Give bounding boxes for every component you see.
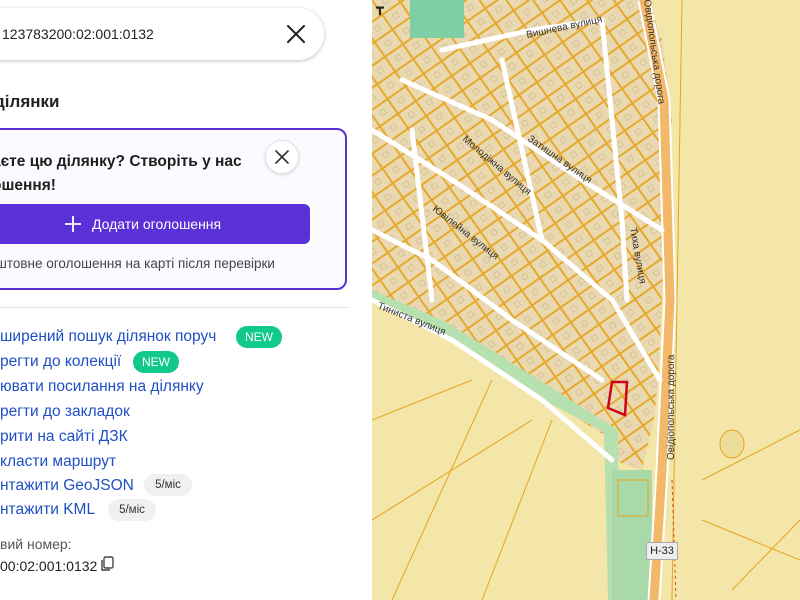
- map-symbol-icon: ┳: [375, 1, 384, 16]
- cadastral-label: вий номер:: [0, 536, 72, 552]
- new-badge: NEW: [133, 351, 179, 373]
- divider: [0, 307, 348, 308]
- map-view[interactable]: Вишнева вулиця Затишна вулиця Молодіжна …: [372, 0, 800, 600]
- action-nearby-search[interactable]: ширений пошук ділянок поруч: [0, 328, 216, 346]
- close-icon[interactable]: [284, 22, 308, 46]
- promo-note: штовне оголошення на карті після перевір…: [0, 256, 275, 271]
- promo-close-button[interactable]: [265, 140, 299, 174]
- field-marker: [719, 429, 745, 459]
- copy-icon[interactable]: [100, 556, 114, 572]
- action-copy-link[interactable]: ювати посилання на ділянку: [0, 378, 204, 396]
- street-label: Овідіопольська дорога: [666, 354, 677, 460]
- search-input[interactable]: [0, 8, 270, 60]
- section-title: ділянки: [0, 92, 60, 111]
- road-shield: Н-33: [646, 542, 678, 560]
- plus-icon: [65, 216, 81, 232]
- new-badge: NEW: [236, 326, 282, 348]
- side-panel: ділянки аєте цю ділянку? Створіть у нас …: [0, 0, 372, 600]
- promo-card: аєте цю ділянку? Створіть у нас ошення! …: [0, 128, 347, 290]
- close-icon: [275, 150, 289, 164]
- search-bar: [0, 8, 324, 60]
- action-open-dzk[interactable]: рити на сайті ДЗК: [0, 428, 128, 446]
- action-build-route[interactable]: класти маршрут: [0, 453, 116, 471]
- add-listing-button[interactable]: Додати оголошення: [0, 204, 310, 244]
- green-area: [410, 0, 464, 38]
- add-listing-label: Додати оголошення: [92, 216, 222, 232]
- action-download-kml[interactable]: нтажити KML: [0, 501, 95, 519]
- action-save-bookmark[interactable]: регти до закладок: [0, 403, 130, 421]
- cadastral-value: 00:02:001:0132: [0, 558, 98, 574]
- promo-text: аєте цю ділянку? Створіть у нас ошення!: [0, 153, 242, 194]
- quota-badge: 5/міс: [108, 499, 156, 521]
- quota-badge: 5/міс: [144, 474, 192, 496]
- action-save-to-collection[interactable]: регти до колекції: [0, 353, 121, 371]
- map-canvas[interactable]: Вишнева вулиця Затишна вулиця Молодіжна …: [372, 0, 800, 600]
- action-download-geojson[interactable]: нтажити GeoJSON: [0, 477, 134, 495]
